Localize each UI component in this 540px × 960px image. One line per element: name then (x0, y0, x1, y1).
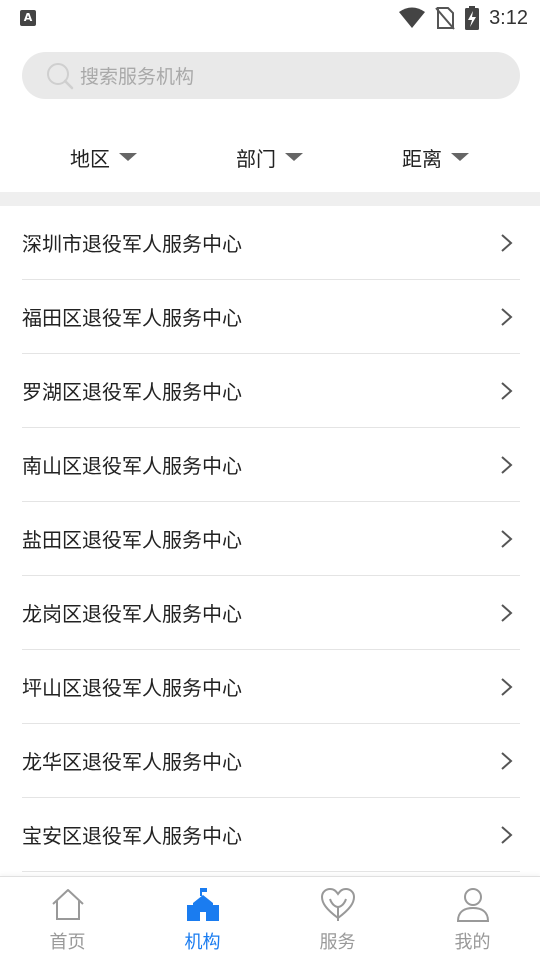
list-item-label: 坪山区退役军人服务中心 (22, 676, 242, 700)
list-item[interactable]: 福田区退役军人服务中心 (22, 280, 520, 354)
list-item[interactable]: 坪山区退役军人服务中心 (22, 650, 520, 724)
tab-label: 首页 (49, 932, 86, 953)
tab-label: 我的 (454, 932, 491, 953)
list-item-label: 宝安区退役军人服务中心 (22, 824, 242, 848)
list-item[interactable]: 深圳市退役军人服务中心 (22, 206, 520, 280)
status-bar: A 3:12 (0, 0, 540, 38)
list-item[interactable]: 龙华区退役军人服务中心 (22, 724, 520, 798)
filter-department[interactable]: 部门 (236, 142, 303, 172)
chevron-right-icon (501, 308, 513, 326)
search-placeholder: 搜索服务机构 (80, 66, 195, 88)
list-item[interactable]: 龙岗区退役军人服务中心 (22, 576, 520, 650)
service-heart-icon (320, 887, 355, 921)
list-item[interactable]: 盐田区退役军人服务中心 (22, 502, 520, 576)
tab-institution[interactable]: 机构 (135, 877, 270, 960)
list-item[interactable]: 宝安区退役军人服务中心 (22, 798, 520, 872)
filter-label: 地区 (70, 146, 110, 171)
list-item-label: 福田区退役军人服务中心 (22, 306, 242, 330)
tab-label: 机构 (184, 932, 221, 953)
home-icon (51, 889, 84, 920)
chevron-right-icon (501, 752, 513, 770)
wifi-icon (399, 7, 426, 28)
tab-service[interactable]: 服务 (270, 877, 405, 960)
clock: 3:12 (489, 6, 528, 29)
chevron-right-icon (501, 456, 513, 474)
notification-icon: A (20, 10, 36, 26)
filter-label: 部门 (236, 146, 276, 171)
filter-region[interactable]: 地区 (70, 142, 137, 172)
list-item-label: 盐田区退役军人服务中心 (22, 528, 242, 552)
battery-charging-icon (465, 6, 480, 30)
filter-label: 距离 (402, 146, 442, 171)
chevron-right-icon (501, 530, 513, 548)
list-item-label: 罗湖区退役军人服务中心 (22, 380, 242, 404)
chevron-right-icon (501, 826, 513, 844)
list-item-label: 龙华区退役军人服务中心 (22, 750, 242, 774)
tab-home[interactable]: 首页 (0, 877, 135, 960)
dropdown-triangle-icon (119, 153, 137, 161)
institution-list: 深圳市退役军人服务中心 福田区退役军人服务中心 罗湖区退役军人服务中心 南山区退… (22, 206, 520, 872)
dropdown-triangle-icon (285, 153, 303, 161)
list-item[interactable]: 南山区退役军人服务中心 (22, 428, 520, 502)
no-sim-icon (435, 7, 455, 30)
institution-icon (186, 888, 219, 921)
filter-bar: 地区 部门 距离 (0, 120, 540, 192)
list-item[interactable]: 罗湖区退役军人服务中心 (22, 354, 520, 428)
list-item-label: 南山区退役军人服务中心 (22, 454, 242, 478)
search-input[interactable]: 搜索服务机构 (22, 52, 520, 99)
chevron-right-icon (501, 382, 513, 400)
dropdown-triangle-icon (451, 153, 469, 161)
filter-distance[interactable]: 距离 (402, 142, 469, 172)
section-divider (0, 192, 540, 206)
profile-icon (456, 888, 489, 922)
tab-label: 服务 (319, 932, 356, 953)
tab-profile[interactable]: 我的 (405, 877, 540, 960)
list-item-label: 深圳市退役军人服务中心 (22, 232, 242, 256)
chevron-right-icon (501, 234, 513, 252)
chevron-right-icon (501, 604, 513, 622)
list-item-label: 龙岗区退役军人服务中心 (22, 602, 242, 626)
search-icon (47, 62, 74, 89)
chevron-right-icon (501, 678, 513, 696)
bottom-tab-bar: 首页 机构 服务 我的 (0, 876, 540, 960)
